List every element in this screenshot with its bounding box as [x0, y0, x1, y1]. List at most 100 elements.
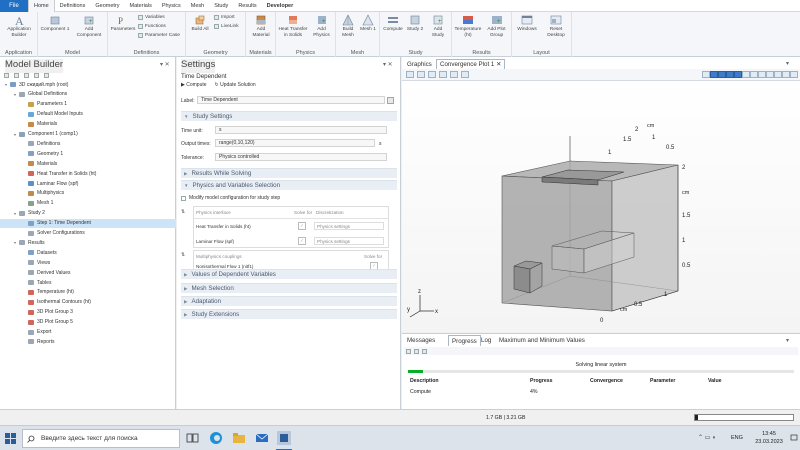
tree-item[interactable]: Parameters 1 — [0, 100, 176, 109]
functions-button[interactable]: Functions — [138, 24, 166, 29]
menu-physics[interactable]: Physics — [157, 0, 186, 12]
tree-expand-icon[interactable] — [24, 73, 29, 78]
update-solution-button[interactable]: ↻ Update Solution — [215, 82, 256, 88]
tree-item[interactable]: Geometry 1 — [0, 149, 176, 158]
tree-collapse-icon[interactable] — [34, 73, 39, 78]
temperature-plot-button[interactable]: Temperature (ht) — [454, 14, 482, 38]
camera-icon[interactable] — [774, 71, 782, 78]
tree-item[interactable]: Reports — [0, 337, 176, 346]
zoom-out-icon[interactable] — [417, 71, 425, 78]
time-unit-select[interactable]: s — [215, 126, 387, 134]
tree-item[interactable]: ▾ Study 2 — [0, 209, 176, 218]
tree-item[interactable]: ▾ Global Definitions — [0, 90, 176, 99]
lighting-icon[interactable] — [742, 71, 750, 78]
tree-item[interactable]: Mesh 1 — [0, 199, 176, 208]
tree-item[interactable]: Isothermal Contours (ht) — [0, 298, 176, 307]
heat-transfer-button[interactable]: Heat Transfer in Solids — [278, 14, 308, 38]
tree-item[interactable]: Multiphysics — [0, 189, 176, 198]
mail-icon[interactable] — [254, 430, 270, 446]
language-indicator[interactable]: ENG — [731, 435, 743, 441]
tree-item[interactable]: Derived Values — [0, 268, 176, 277]
section-study-extensions[interactable]: ▶ Study Extensions — [181, 309, 397, 319]
output-times-field[interactable]: range(0,10,120) — [215, 139, 375, 147]
import-button[interactable]: Import — [214, 15, 235, 20]
add-plot-group-button[interactable]: + Add Plot Group — [483, 14, 510, 38]
options-icon[interactable] — [422, 348, 427, 354]
component-button[interactable]: Component 1 — [40, 14, 70, 33]
label-field[interactable]: Time Dependent — [197, 96, 385, 104]
tree-item[interactable]: Views — [0, 258, 176, 267]
scene-icon[interactable] — [750, 71, 758, 78]
clear-icon[interactable] — [414, 348, 419, 354]
tree-item[interactable]: ▾ 3D сжидий.mph (root) — [0, 80, 176, 89]
section-physics-vars[interactable]: ▼ Physics and Variables Selection — [181, 180, 397, 190]
graphics-menu-icon[interactable]: ▾ — [786, 60, 789, 67]
progress-menu-icon[interactable]: ▾ — [786, 337, 789, 344]
settings-close-icon[interactable]: ▾ ✕ — [383, 61, 393, 68]
menu-study[interactable]: Study — [209, 0, 233, 12]
tray-icons[interactable]: ⌃ ▭ ◖ — [698, 434, 716, 441]
add-material-button[interactable]: Add Material — [248, 14, 274, 38]
stop-icon[interactable] — [406, 348, 411, 354]
menu-mesh[interactable]: Mesh — [186, 0, 209, 12]
file-explorer-icon[interactable] — [231, 430, 247, 446]
study2-button[interactable]: Study 2 — [404, 14, 426, 33]
menu-results[interactable]: Results — [233, 0, 261, 12]
tree-item[interactable]: Tables — [0, 278, 176, 287]
windows-start-icon[interactable] — [5, 433, 16, 444]
build-all-button[interactable]: Build All — [188, 14, 212, 33]
windows-button[interactable]: Windows — [514, 14, 540, 33]
livelink-button[interactable]: LiveLink — [214, 24, 239, 29]
tree-item[interactable]: Materials — [0, 159, 176, 168]
tree-item[interactable]: Heat Transfer in Solids (ht) — [0, 169, 176, 178]
tree-forward-icon[interactable] — [14, 73, 19, 78]
label-edit-icon[interactable] — [387, 97, 394, 104]
compute-button[interactable]: Compute — [382, 14, 404, 33]
parameters-button[interactable]: P Parameters — [110, 14, 136, 33]
solve-ht-checkbox[interactable]: ✓ — [298, 222, 306, 230]
tree-item[interactable]: Export — [0, 328, 176, 337]
model-builder-close-icon[interactable]: ▾ ✕ — [160, 61, 170, 68]
clock[interactable]: 13:45 23.03.2023 — [752, 430, 786, 446]
notification-icon[interactable] — [790, 434, 798, 442]
parameter-case-button[interactable]: Parameter Case — [138, 33, 180, 38]
pan-icon[interactable] — [461, 71, 469, 78]
tab-messages[interactable]: Messages — [404, 335, 438, 346]
menu-home[interactable]: Home — [28, 0, 55, 12]
tree-item[interactable]: Materials — [0, 120, 176, 129]
build-mesh-button[interactable]: Build Mesh — [338, 14, 358, 38]
tree-item[interactable]: Step 1: Time Dependent — [0, 218, 176, 228]
tree-options-icon[interactable] — [44, 73, 49, 78]
file-menu-button[interactable]: File — [0, 0, 28, 12]
task-view-icon[interactable] — [184, 430, 200, 446]
tree-item[interactable]: 3D Plot Group 5 — [0, 318, 176, 327]
disc-spf-select[interactable]: Physics settings — [314, 237, 384, 245]
tree-item[interactable]: Definitions — [0, 139, 176, 148]
tree-item[interactable]: ▾ Component 1 (comp1) — [0, 130, 176, 139]
tolerance-select[interactable]: Physics controlled — [215, 153, 387, 161]
tab-max-min[interactable]: Maximum and Minimum Values — [496, 335, 588, 346]
section-results-while-solving[interactable]: ▶ Results While Solving — [181, 168, 397, 178]
mesh1-button[interactable]: Mesh 1 — [358, 14, 378, 33]
add-physics-button[interactable]: + Add Physics — [309, 14, 334, 38]
zoom-box-icon[interactable] — [428, 71, 436, 78]
transparency-icon[interactable] — [726, 71, 734, 78]
section-mesh-selection[interactable]: ▶ Mesh Selection — [181, 283, 397, 293]
add-component-button[interactable]: + Add Component — [72, 14, 106, 38]
tree-back-icon[interactable] — [4, 73, 9, 78]
edge-browser-icon[interactable] — [208, 430, 224, 446]
wireframe-icon[interactable] — [718, 71, 726, 78]
reset-desktop-button[interactable]: Reset Desktop — [542, 14, 570, 38]
graphics-canvas[interactable]: 1 1.5 2 cm 1 0.5 2 cm 1.5 1 0.5 0 cm 0.5… — [402, 81, 800, 332]
zoom-in-icon[interactable] — [406, 71, 414, 78]
tree-item[interactable]: Temperature (ht) — [0, 288, 176, 297]
modify-config-checkbox[interactable]: Modify model configuration for study ste… — [181, 195, 280, 201]
application-builder-button[interactable]: A Application Builder — [3, 14, 35, 38]
menu-materials[interactable]: Materials — [125, 0, 157, 12]
comsol-taskbar-icon[interactable] — [276, 430, 292, 446]
tab-progress[interactable]: Progress — [448, 335, 481, 346]
menu-definitions[interactable]: Definitions — [55, 0, 91, 12]
tree-item[interactable]: 3D Plot Group 3 — [0, 308, 176, 317]
grid-icon[interactable] — [766, 71, 774, 78]
tree-item[interactable]: Solver Configurations — [0, 229, 176, 238]
